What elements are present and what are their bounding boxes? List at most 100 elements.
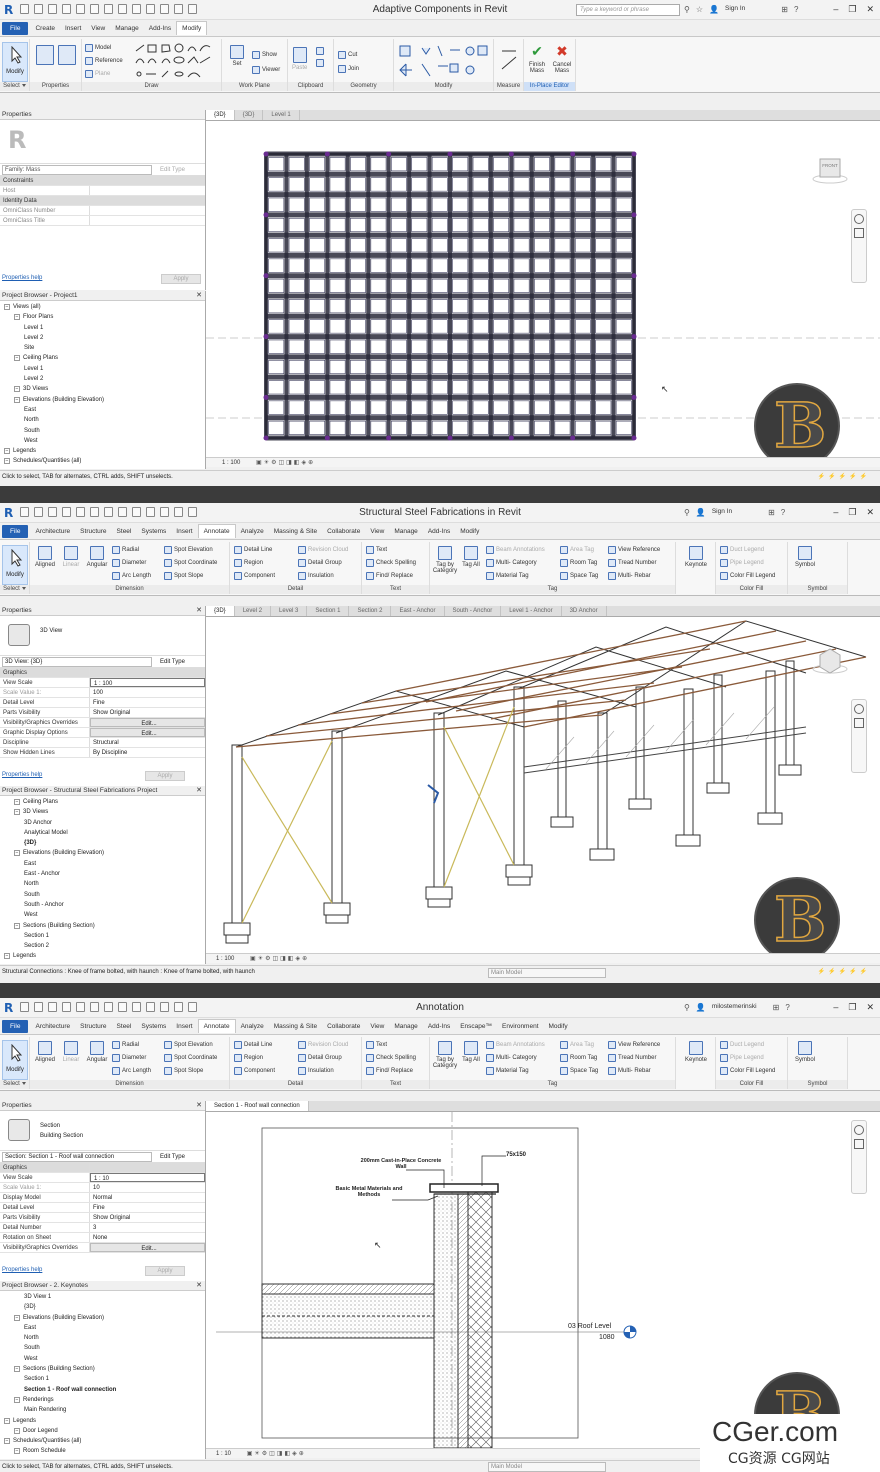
expand-icon[interactable]: −: [4, 1417, 10, 1424]
property-value[interactable]: Show Original: [90, 708, 205, 717]
level-name[interactable]: 03 Roof Level: [568, 1323, 611, 1330]
component-tool[interactable]: Component: [234, 572, 275, 580]
detail-line-tool[interactable]: Detail Line: [234, 546, 272, 554]
text-icon[interactable]: [118, 4, 127, 14]
tag-by-category-button[interactable]: Tag by Category: [432, 546, 458, 574]
detail-group-tool[interactable]: Detail Group: [298, 559, 342, 567]
tab-enscape[interactable]: Enscape™: [455, 1020, 497, 1033]
property-value[interactable]: [90, 216, 205, 225]
view-tab-3d-anchor[interactable]: 3D Anchor: [562, 606, 607, 616]
region-tool[interactable]: Region: [234, 1054, 263, 1062]
tab-massing-site[interactable]: Massing & Site: [269, 1020, 322, 1033]
property-row[interactable]: Show Hidden Lines By Discipline: [0, 748, 205, 758]
browser-item[interactable]: −3D Views: [0, 807, 205, 817]
browser-item[interactable]: −3D Views: [0, 384, 205, 394]
browser-item[interactable]: Level 2: [0, 333, 205, 343]
adaptive-point[interactable]: [263, 212, 269, 218]
tread-number-tool[interactable]: Tread Number: [608, 1054, 656, 1062]
color-fill-legend-tool[interactable]: Color Fill Legend: [720, 572, 775, 580]
expand-icon[interactable]: −: [14, 396, 20, 403]
tab-modify[interactable]: Modify: [176, 21, 208, 35]
navigation-bar[interactable]: [851, 699, 867, 773]
property-value[interactable]: 1 : 100: [90, 678, 205, 687]
browser-item[interactable]: − Legends: [0, 446, 205, 456]
view-tab-east-anchor[interactable]: East - Anchor: [391, 606, 445, 616]
sign-in-link[interactable]: Sign In: [725, 5, 745, 14]
family-types-icon[interactable]: [58, 45, 76, 65]
print-icon[interactable]: [90, 4, 99, 14]
adaptive-point[interactable]: [263, 394, 269, 400]
tab-insert[interactable]: Insert: [171, 525, 197, 538]
tab-manage[interactable]: Manage: [389, 1020, 423, 1033]
check-spelling-tool[interactable]: Check Spelling: [366, 1054, 416, 1062]
browser-item[interactable]: 3D View 1: [0, 1292, 205, 1302]
help-icon[interactable]: ?: [794, 5, 798, 14]
room-tag-tool[interactable]: Room Tag: [560, 1054, 597, 1062]
linear-button[interactable]: Linear: [58, 546, 84, 568]
view-tab-section-2[interactable]: Section 2: [349, 606, 392, 616]
adaptive-point[interactable]: [631, 394, 637, 400]
browser-item[interactable]: − Views (all): [0, 302, 205, 312]
expand-icon[interactable]: −: [4, 953, 10, 960]
property-row[interactable]: Graphic Display Options Edit...: [0, 728, 205, 738]
property-row[interactable]: Detail Level Fine: [0, 1203, 205, 1213]
open-icon[interactable]: [20, 4, 29, 14]
expand-icon[interactable]: −: [14, 1396, 20, 1403]
multi-rebar-tool[interactable]: Multi- Rebar: [608, 1067, 651, 1075]
property-row[interactable]: Detail Number 3: [0, 1223, 205, 1233]
expand-icon[interactable]: −: [4, 304, 10, 310]
measure-icon[interactable]: [104, 4, 113, 14]
view-control-icons[interactable]: ▣☀⚙◫◨◧◈⊕: [256, 460, 315, 466]
spot-elevation-tool[interactable]: Spot Elevation: [164, 546, 213, 554]
property-group[interactable]: Constraints: [0, 176, 205, 186]
property-row[interactable]: Detail Level Fine: [0, 698, 205, 708]
active-model-selector[interactable]: Main Model: [488, 968, 606, 978]
tab-manage[interactable]: Manage: [389, 525, 423, 538]
tab-architecture[interactable]: Architecture: [30, 1020, 75, 1033]
section-icon[interactable]: [146, 507, 155, 517]
type-selector[interactable]: Section Building Section: [0, 1111, 205, 1151]
view-reference-tool[interactable]: View Reference: [608, 546, 660, 554]
browser-item[interactable]: − Ceiling Plans: [0, 797, 205, 807]
browser-item[interactable]: − Legends: [0, 1416, 205, 1426]
draw-shapes-icon[interactable]: [134, 43, 218, 81]
save-icon[interactable]: [34, 507, 43, 517]
edit-type-button[interactable]: Edit Type: [160, 659, 185, 665]
instance-selector[interactable]: 3D View: {3D}: [2, 656, 152, 667]
browser-item[interactable]: Section 1: [0, 1374, 205, 1384]
property-row[interactable]: Rotation on Sheet None: [0, 1233, 205, 1243]
zoom-icon[interactable]: [854, 1139, 864, 1149]
view-tab-south-anchor[interactable]: South - Anchor: [445, 606, 502, 616]
adaptive-point[interactable]: [570, 151, 576, 157]
select-label[interactable]: Select: [0, 1080, 29, 1089]
view-tab-3d[interactable]: {3D}: [235, 110, 264, 120]
browser-item[interactable]: Section 1 - Roof wall connection: [0, 1385, 205, 1395]
property-value[interactable]: [90, 186, 205, 195]
edit-type-button[interactable]: Edit Type: [160, 1154, 185, 1160]
redo-icon[interactable]: [76, 4, 85, 14]
close-browser-icon[interactable]: ✕: [196, 786, 202, 796]
cart-icon[interactable]: ⊞: [781, 5, 788, 14]
pipe-legend-tool[interactable]: Pipe Legend: [720, 559, 764, 567]
browser-item[interactable]: East - Anchor: [0, 869, 205, 879]
property-value[interactable]: 100: [90, 688, 205, 697]
steering-wheel-icon[interactable]: [854, 214, 864, 224]
detail-line-tool[interactable]: Detail Line: [234, 1041, 272, 1049]
reference-tool[interactable]: Reference: [85, 57, 123, 65]
property-group[interactable]: Identity Data: [0, 196, 205, 206]
find-replace-tool[interactable]: Find/ Replace: [366, 1067, 413, 1075]
keynote-button[interactable]: Keynote: [683, 1041, 709, 1063]
diameter-tool[interactable]: Diameter: [112, 1054, 146, 1062]
binoculars-icon[interactable]: ⚲: [684, 508, 690, 517]
property-value[interactable]: 1 : 10: [90, 1173, 205, 1182]
tab-massing-site[interactable]: Massing & Site: [269, 525, 322, 538]
expand-icon[interactable]: −: [14, 1448, 20, 1455]
view-scale[interactable]: 1 : 10: [216, 1451, 231, 1457]
property-value[interactable]: By Discipline: [90, 748, 205, 757]
region-tool[interactable]: Region: [234, 559, 263, 567]
revit-logo[interactable]: R: [4, 1001, 15, 1015]
tab-modify[interactable]: Modify: [544, 1020, 573, 1033]
text-tool[interactable]: Text: [366, 1041, 387, 1049]
view-control-icons[interactable]: ▣☀⚙◫◨◧◈⊕: [250, 956, 309, 962]
properties-help-link[interactable]: Properties help: [2, 772, 42, 778]
